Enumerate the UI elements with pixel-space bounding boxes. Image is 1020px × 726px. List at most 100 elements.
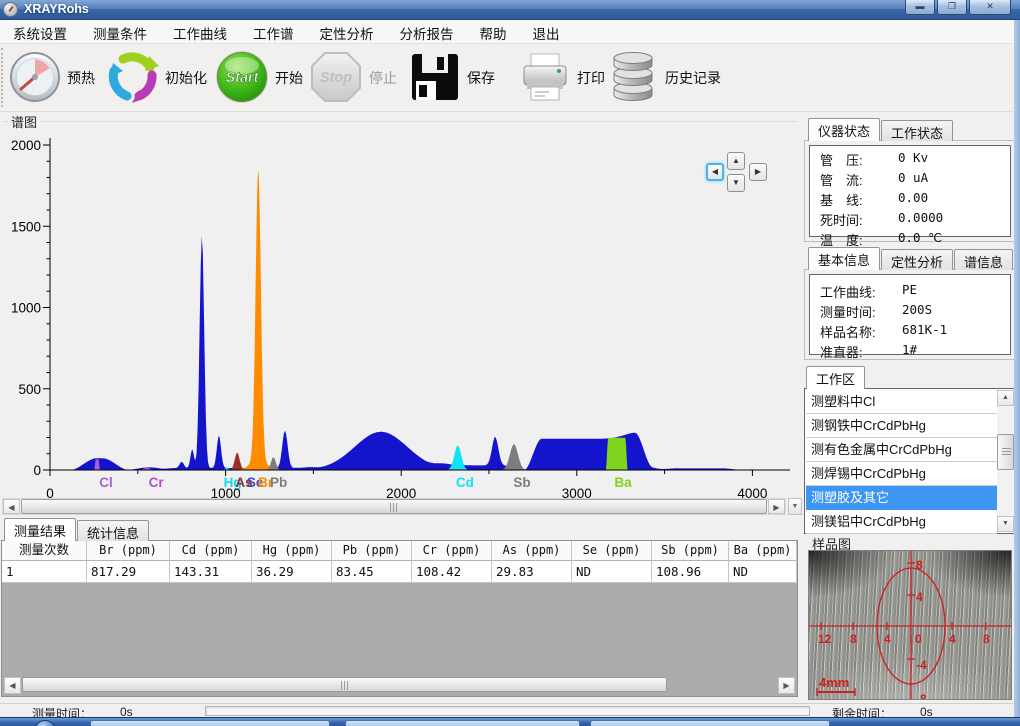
chart-hscroll-track[interactable] xyxy=(20,499,768,514)
application-window: XRAYRohs ▬ ❐ ✕ 系统设置测量条件工作曲线工作谱定性分析分析报告帮助… xyxy=(0,0,1020,726)
work-area-item-2[interactable]: 测钢铁中CrCdPbHg xyxy=(806,414,997,438)
print-icon xyxy=(518,50,572,107)
column-header[interactable]: 测量次数 xyxy=(2,541,87,561)
table-hscroll-track[interactable] xyxy=(21,677,778,694)
column-header[interactable]: As (ppm) xyxy=(492,541,572,561)
chart-hscroll-left-button[interactable]: ◀ xyxy=(3,499,20,514)
column-header[interactable]: Hg (ppm) xyxy=(252,541,332,561)
info-tab-2[interactable]: 定性分析 xyxy=(881,249,953,270)
menu-item-6[interactable]: 分析报告 xyxy=(387,20,467,44)
chart-pan-down-button[interactable]: ▼ xyxy=(727,174,745,192)
column-header[interactable]: Ba (ppm) xyxy=(729,541,797,561)
save-icon xyxy=(408,50,462,107)
status-row: 样品名称:681K-1 xyxy=(810,321,1010,341)
instrument-tab-2[interactable]: 工作状态 xyxy=(881,120,953,141)
table-cell: 108.42 xyxy=(412,561,492,583)
status-row: 测量时间:200S xyxy=(810,301,1010,321)
svg-text:1500: 1500 xyxy=(11,219,41,234)
menu-item-1[interactable]: 系统设置 xyxy=(0,20,80,44)
minimize-button[interactable]: ▬ xyxy=(905,0,935,15)
instrument-tab-1[interactable]: 仪器状态 xyxy=(808,118,880,141)
menu-item-2[interactable]: 测量条件 xyxy=(80,20,160,44)
menu-item-7[interactable]: 帮助 xyxy=(467,20,520,44)
work-area-item-1[interactable]: 测塑料中Cl xyxy=(806,390,997,414)
svg-text:4: 4 xyxy=(916,590,923,604)
toolbar-button-label: 开始 xyxy=(275,68,303,88)
close-button[interactable]: ✕ xyxy=(969,0,1011,15)
toolbar-button-gauge[interactable]: 预热 xyxy=(8,48,95,108)
column-header[interactable]: Br (ppm) xyxy=(87,541,170,561)
chart-pan-left-button[interactable]: ◀ xyxy=(706,163,724,181)
menu-item-4[interactable]: 工作谱 xyxy=(240,20,307,44)
info-tab-3[interactable]: 谱信息 xyxy=(954,249,1013,270)
field-label: 管 流: xyxy=(820,170,898,189)
svg-text:4mm: 4mm xyxy=(819,675,849,690)
work-area-tab[interactable]: 工作区 xyxy=(806,366,865,389)
chart-hscroll-right-button[interactable]: ▶ xyxy=(768,499,785,514)
field-value: 681K-1 xyxy=(902,322,947,341)
status-row: 基 线:0.00 xyxy=(810,189,1010,209)
table-hscroll-thumb[interactable] xyxy=(22,677,667,692)
info-tab-1[interactable]: 基本信息 xyxy=(808,247,880,270)
table-row[interactable]: 1817.29143.3136.2983.45108.4229.83ND108.… xyxy=(2,561,797,583)
toolbar-button-print[interactable]: 打印 xyxy=(518,48,605,108)
app-icon xyxy=(3,2,18,17)
column-header[interactable]: Se (ppm) xyxy=(572,541,652,561)
svg-text:Sb: Sb xyxy=(513,475,530,490)
chart-scroll-down-button[interactable]: ▼ xyxy=(788,498,802,515)
toolbar-button-refresh[interactable]: 初始化 xyxy=(106,48,207,108)
results-tab-2[interactable]: 统计信息 xyxy=(77,520,149,541)
start-orb[interactable] xyxy=(34,720,56,726)
table-cell: 1 xyxy=(2,561,87,583)
field-label: 测量时间: xyxy=(820,302,902,321)
results-tab-strip: 测量结果统计信息 xyxy=(4,518,150,541)
work-list-scroll-thumb[interactable] xyxy=(997,434,1014,470)
results-tab-1[interactable]: 测量结果 xyxy=(4,518,76,541)
table-cell: 817.29 xyxy=(87,561,170,583)
work-area-item-6[interactable]: 测镁铝中CrCdPbHg xyxy=(806,510,997,534)
svg-text:8: 8 xyxy=(983,632,990,646)
table-hscroll-left-button[interactable]: ◀ xyxy=(4,677,21,694)
menu-item-8[interactable]: 退出 xyxy=(520,20,573,44)
menu-item-5[interactable]: 定性分析 xyxy=(307,20,387,44)
toolbar-button-save[interactable]: 保存 xyxy=(408,48,495,108)
field-value: 0 Kv xyxy=(898,150,928,169)
windows-taskbar[interactable] xyxy=(0,717,1020,726)
status-bar: 测量时间： 0s 剩余时间： 0s xyxy=(0,703,1020,717)
taskbar-window-button[interactable] xyxy=(90,720,330,726)
menu-item-3[interactable]: 工作曲线 xyxy=(160,20,240,44)
column-header[interactable]: Cd (ppm) xyxy=(170,541,252,561)
maximize-button[interactable]: ❐ xyxy=(937,0,967,15)
toolbar-button-history[interactable]: 历史记录 xyxy=(606,48,721,108)
chart-hscroll-thumb[interactable] xyxy=(21,499,767,514)
toolbar-button-label: 停止 xyxy=(369,68,397,88)
chart-pan-right-button[interactable]: ▶ xyxy=(749,163,767,181)
column-header[interactable]: Sb (ppm) xyxy=(652,541,729,561)
table-cell: 83.45 xyxy=(332,561,412,583)
toolbar-button-start[interactable]: Start开始 xyxy=(214,48,303,108)
taskbar-window-button[interactable] xyxy=(345,720,580,726)
svg-text:2000: 2000 xyxy=(11,138,41,153)
field-value: 0.00 xyxy=(898,190,928,209)
taskbar-window-button[interactable] xyxy=(590,720,830,726)
table-hscroll-right-button[interactable]: ▶ xyxy=(778,677,795,694)
status-row: 温 度:0.0 ℃ xyxy=(810,229,1010,249)
work-area-item-3[interactable]: 测有色金属中CrCdPbHg xyxy=(806,438,997,462)
work-area-item-4[interactable]: 测焊锡中CrCdPbHg xyxy=(806,462,997,486)
work-area-item-5[interactable]: 测塑胶及其它 xyxy=(806,486,997,510)
title-bar[interactable]: XRAYRohs ▬ ❐ ✕ xyxy=(0,0,1020,20)
toolbar-button-label: 初始化 xyxy=(165,68,207,88)
stop-icon: Stop xyxy=(308,49,364,108)
field-value: 1# xyxy=(902,342,917,361)
table-hscrollbar: ◀ ▶ xyxy=(4,677,795,694)
column-header[interactable]: Cr (ppm) xyxy=(412,541,492,561)
svg-text:-4: -4 xyxy=(916,658,927,672)
chart-pan-up-button[interactable]: ▲ xyxy=(727,152,745,170)
progress-panel xyxy=(205,706,810,716)
work-list-scroll-up-button[interactable]: ▲ xyxy=(997,390,1014,406)
svg-text:Pb: Pb xyxy=(270,475,287,490)
work-list-scroll-down-button[interactable]: ▼ xyxy=(997,516,1014,532)
field-label: 样品名称: xyxy=(820,322,902,341)
column-header[interactable]: Pb (ppm) xyxy=(332,541,412,561)
toolbar: 预热 初始化 Start开始Stop停止保存打印历史记录 xyxy=(0,44,1020,112)
